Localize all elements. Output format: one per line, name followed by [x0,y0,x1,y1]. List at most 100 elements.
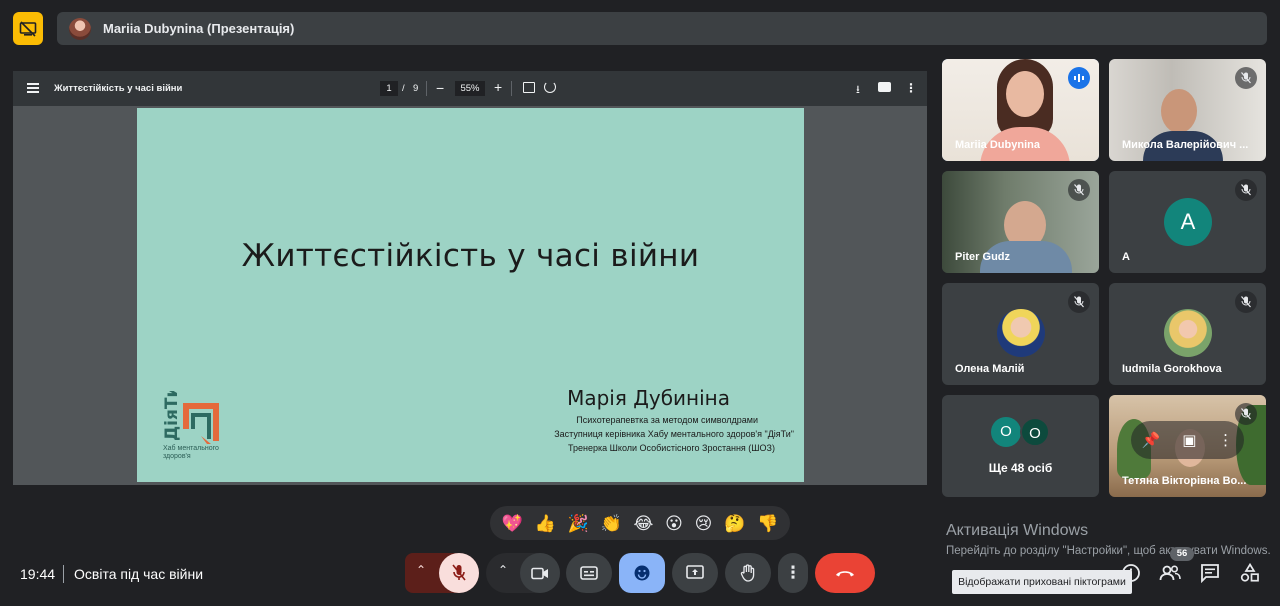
slide-subtitle-1: Психотерапевтка за методом символдрами [576,415,758,425]
avatar: О [991,417,1021,447]
participant-name: Iudmila Gorokhova [1122,363,1222,375]
participant-name: A [1122,251,1130,263]
avatar [69,17,91,40]
present-button[interactable] [672,553,718,593]
participant-tile[interactable]: Mariia Dubynina [942,59,1099,161]
hand-icon [740,564,755,582]
divider [511,81,512,96]
chevron-up-icon[interactable]: ⌃ [416,563,426,577]
rotate-icon[interactable] [544,81,556,93]
clock: 19:44 [20,566,56,582]
mic-toggle-button[interactable] [439,553,479,593]
participant-name: Mariia Dubynina [955,139,1040,151]
speaking-icon [1068,67,1090,89]
more-participants-label: Ще 48 осіб [988,461,1053,475]
page-separator: / [402,83,405,94]
page-total: 9 [413,83,419,94]
participant-name: Тетяна Вікторівна Во... [1122,475,1247,487]
participant-tile[interactable]: Iudmila Gorokhova [1109,283,1266,385]
chat-icon[interactable] [1200,563,1220,588]
reaction-sad[interactable]: 😢 [695,515,713,532]
reaction-surprised[interactable]: 😮 [665,515,683,532]
mic-off-icon [1235,403,1257,425]
mic-off-icon [1235,291,1257,313]
pin-icon[interactable]: 📌 [1142,431,1161,449]
tile-hover-controls: 📌 ▣ ⋮ [1131,421,1244,459]
more-vert-icon[interactable]: ⋮ [1218,431,1233,449]
camera-toggle-button[interactable] [520,553,560,593]
more-vert-icon[interactable]: ⋮ [905,81,917,95]
participant-tile[interactable]: Олена Малій [942,283,1099,385]
end-call-icon [836,571,854,577]
reaction-clap[interactable]: 👏 [601,515,622,532]
fit-page-icon[interactable] [523,82,535,93]
more-options-button[interactable]: ⋮ [778,553,808,593]
pdf-toolbar: Життєстійкість у часі війни 1 / 9 − 55% … [13,71,927,106]
participant-tile[interactable]: Микола Валерійович ... [1109,59,1266,161]
download-icon[interactable]: ⭳ [856,81,860,100]
mic-off-icon [1235,179,1257,201]
mic-group: ⌃ [405,553,479,593]
frame-icon[interactable]: ▣ [1182,431,1196,449]
mic-off-icon [1068,291,1090,313]
participant-tile[interactable]: 📌 ▣ ⋮ Тетяна Вікторівна Во... [1109,395,1266,497]
reaction-thumbs-down[interactable]: 👎 [757,515,778,532]
zoom-out-icon[interactable]: − [436,80,444,96]
slide-subtitle-2: Заступниця керівника Хабу ментального зд… [554,429,794,439]
avatar [1164,309,1212,357]
participant-name: Микола Валерійович ... [1122,139,1249,151]
page-input[interactable]: 1 [380,81,398,96]
participant-tile[interactable]: Piter Gudz [942,171,1099,273]
reaction-party[interactable]: 🎉 [568,515,589,532]
raise-hand-button[interactable] [725,553,771,593]
print-icon[interactable] [878,82,891,92]
divider [63,565,64,583]
slide: Життєстійкість у часі війни Марія Дубині… [137,108,804,482]
slide-title: Життєстійкість у часі війни [241,238,700,274]
emoji-icon [634,565,650,581]
presentation-area: Життєстійкість у часі війни 1 / 9 − 55% … [13,71,927,485]
screen-share-off-icon [19,20,37,37]
presenting-icon[interactable] [13,12,43,45]
people-icon[interactable] [1159,563,1181,588]
logo-caption: Хаб ментального здоров'я [163,445,219,460]
tooltip: Відображати приховані піктограми [952,570,1132,594]
reaction-laugh[interactable]: 😂 [633,515,653,532]
captions-icon [580,566,598,580]
presenter-title: Mariia Dubynina (Презентація) [103,21,295,36]
reaction-thinking[interactable]: 🤔 [724,515,745,532]
camera-group: ⌃ [486,553,560,593]
windows-activation-title: Активація Windows [946,522,1089,539]
activities-icon[interactable] [1240,562,1260,588]
avatar: A [1164,198,1212,246]
mic-off-icon [1235,67,1257,89]
slide-subtitle-3: Тренерка Школи Особистісного Зростання (… [568,443,775,453]
logo-word: ДіяТи [162,391,182,441]
divider [426,81,427,96]
presenter-bar: Mariia Dubynina (Презентація) [57,12,1267,45]
captions-button[interactable] [566,553,612,593]
camera-icon [531,567,548,579]
slide-author: Марія Дубиніна [567,386,730,410]
participant-name: Piter Gudz [955,251,1011,263]
doc-title: Життєстійкість у часі війни [54,83,183,94]
reactions-button[interactable] [619,553,665,593]
zoom-in-icon[interactable]: + [494,79,502,95]
participant-name: Олена Малій [955,363,1025,375]
present-screen-icon [686,565,704,579]
avatar [997,309,1045,357]
more-vert-icon: ⋮ [784,563,802,582]
mic-off-icon [452,564,466,581]
meeting-name: Освіта під час війни [74,566,204,582]
chevron-up-icon[interactable]: ⌃ [498,563,508,577]
reactions-bar: 💖 👍 🎉 👏 😂 😮 😢 🤔 👎 [490,506,790,540]
zoom-input[interactable]: 55% [455,81,485,96]
leave-call-button[interactable] [815,553,875,593]
reaction-thumbs-up[interactable]: 👍 [535,515,556,532]
windows-activation-text: Перейдіть до розділу "Настройки", щоб ак… [946,545,1271,557]
reaction-heart[interactable]: 💖 [502,515,523,532]
participant-tile[interactable]: A A [1109,171,1266,273]
menu-icon[interactable] [27,83,39,93]
people-count-badge: 56 [1170,547,1194,561]
more-participants-tile[interactable]: О О Ще 48 осіб [942,395,1099,497]
